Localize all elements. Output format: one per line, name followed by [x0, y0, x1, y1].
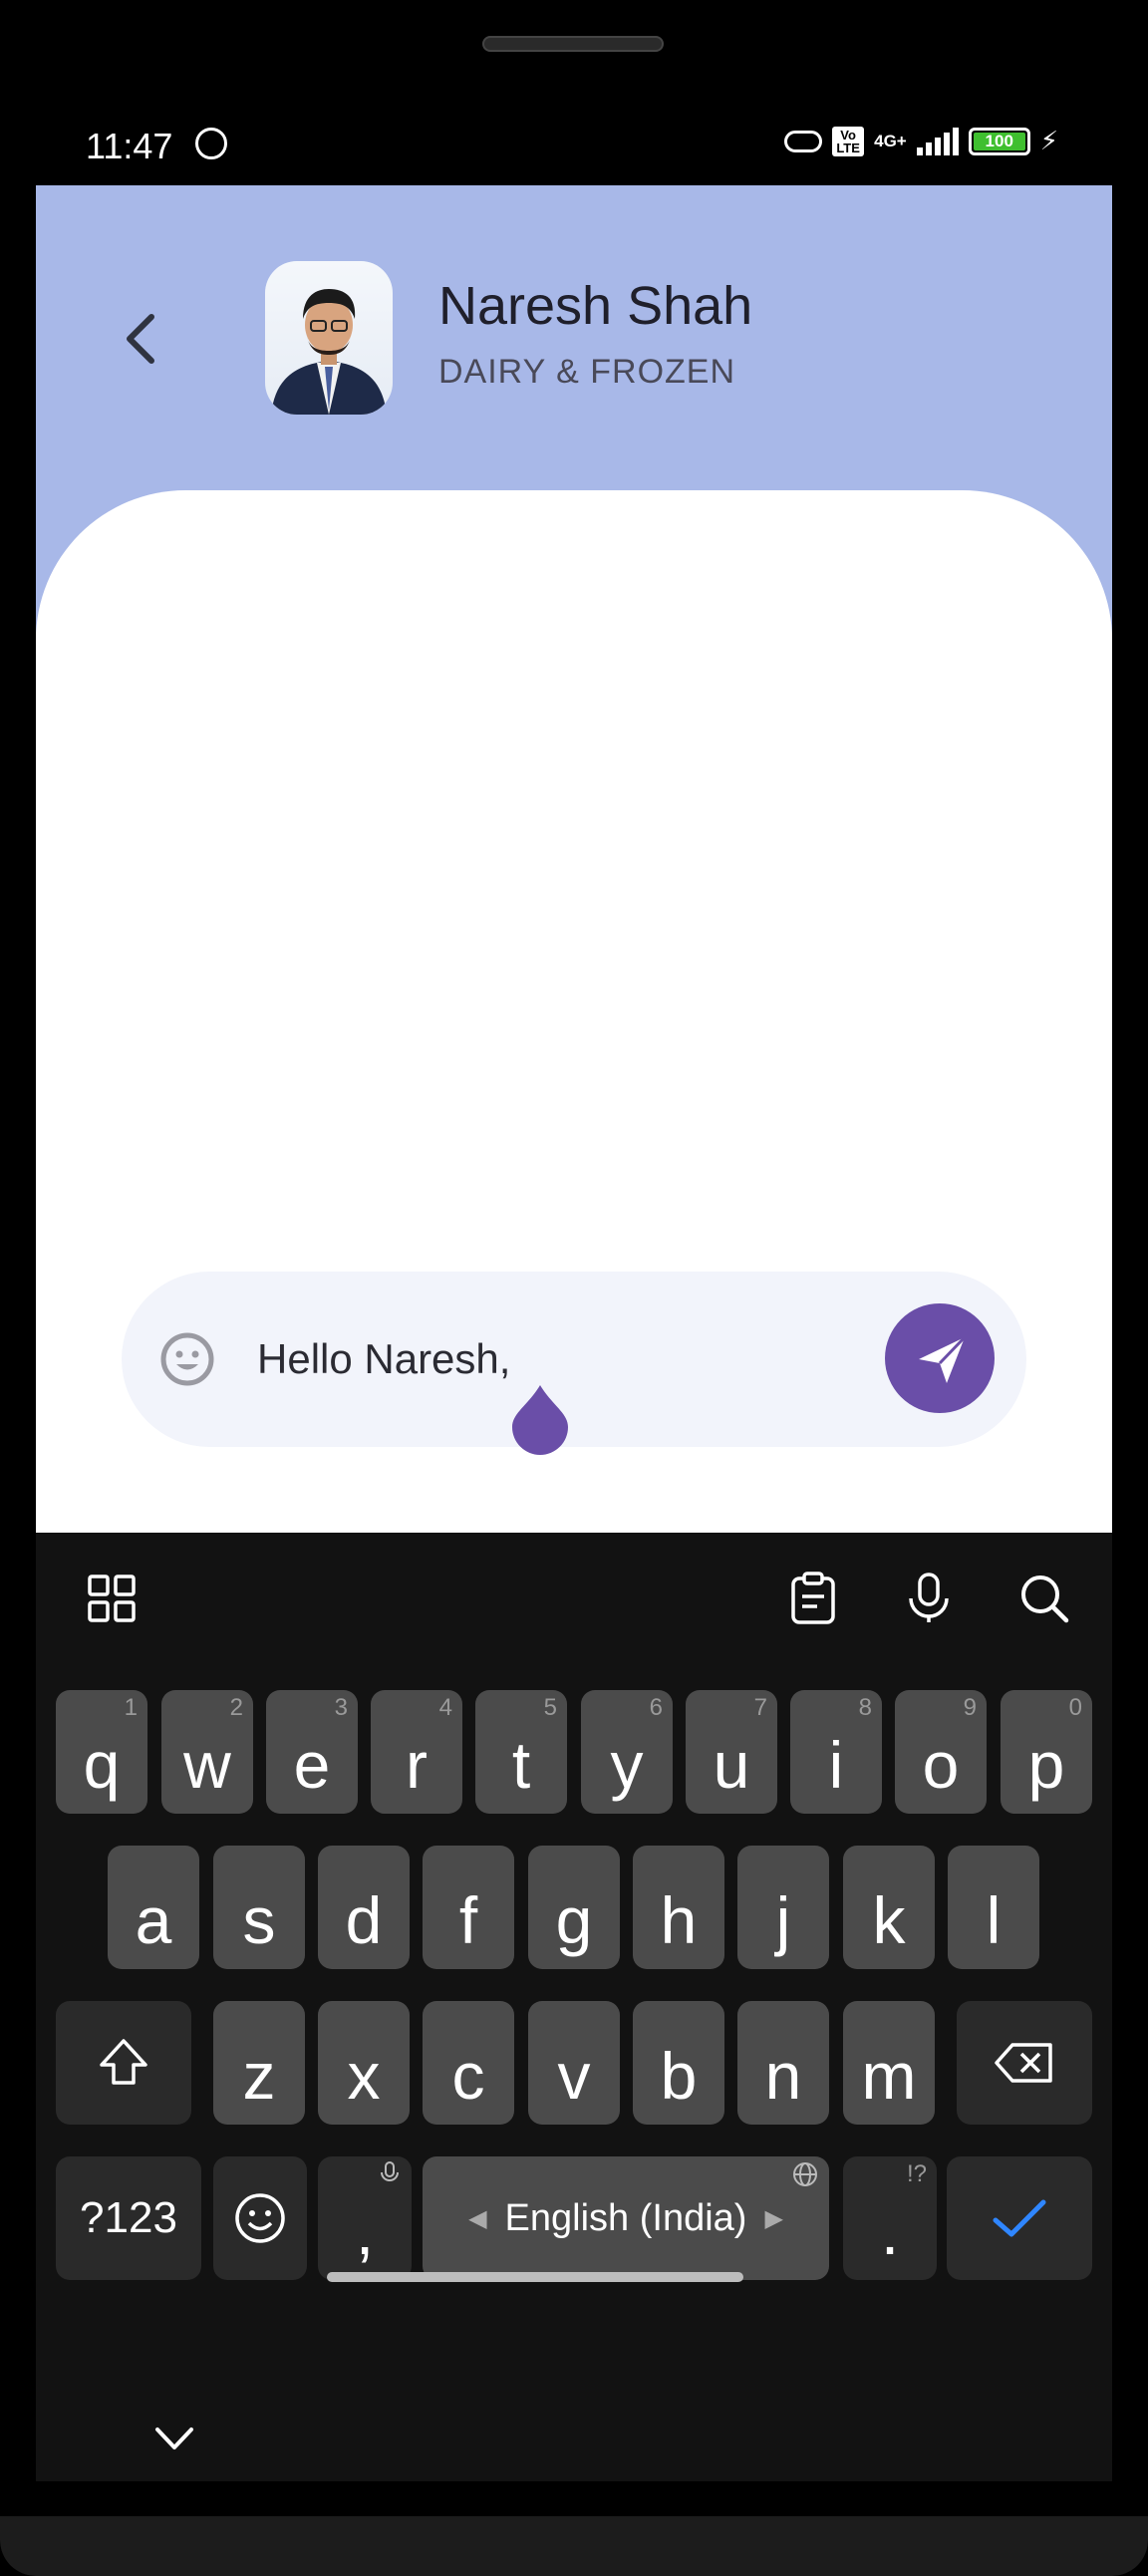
battery-icon: 100 [968, 127, 1030, 155]
shift-arrow-icon [100, 2039, 147, 2085]
comma-key[interactable]: , [318, 2156, 412, 2280]
search-icon[interactable] [1016, 1571, 1072, 1626]
key-b[interactable]: b [633, 2001, 724, 2125]
status-icons: Vo LTE 4G+ 100 ⚡ [784, 126, 1058, 156]
charging-bolt-icon: ⚡ [1039, 126, 1058, 155]
space-label: English (India) [504, 2196, 747, 2239]
key-c[interactable]: c [423, 2001, 514, 2125]
message-input[interactable] [257, 1327, 855, 1391]
key-o[interactable]: 9o [895, 1690, 987, 1814]
emoji-key[interactable] [213, 2156, 307, 2280]
soft-keyboard: 1q 2w 3e 4r 5t 6y 7u 8i 9o 0p a s d f g … [36, 1533, 1112, 2481]
key-a[interactable]: a [108, 1846, 199, 1969]
chat-screen: Naresh Shah DAIRY & FROZEN Hello Naresh,… [36, 185, 1112, 2481]
send-button[interactable] [885, 1303, 995, 1413]
key-f[interactable]: f [423, 1846, 514, 1969]
space-left-arrow-icon: ◀ [468, 2204, 487, 2232]
paper-plane-icon [919, 1335, 967, 1383]
key-w[interactable]: 2w [161, 1690, 253, 1814]
grid-icon[interactable] [84, 1571, 140, 1626]
key-u[interactable]: 7u [686, 1690, 777, 1814]
status-bar: 11:47 Vo LTE 4G+ 100 ⚡ [36, 112, 1112, 183]
checkmark-icon [993, 2199, 1046, 2237]
contact-name: Naresh Shah [438, 276, 753, 336]
cursor-drop-icon [512, 1385, 568, 1455]
microphone-icon [381, 2161, 399, 2181]
microphone-icon[interactable] [901, 1571, 957, 1626]
chevron-left-icon [127, 314, 154, 364]
key-k[interactable]: k [843, 1846, 935, 1969]
key-r[interactable]: 4r [371, 1690, 462, 1814]
volte-badge: Vo LTE [832, 126, 865, 156]
key-n[interactable]: n [737, 2001, 829, 2125]
notification-face-icon [195, 128, 227, 159]
shift-key[interactable] [56, 2001, 191, 2125]
contact-avatar[interactable] [265, 261, 393, 415]
smiley-icon [235, 2193, 285, 2243]
avatar-portrait [271, 289, 387, 415]
key-j[interactable]: j [737, 1846, 829, 1969]
back-button[interactable] [112, 303, 171, 375]
period-key[interactable]: !? . [843, 2156, 937, 2280]
status-time: 11:47 [86, 126, 173, 166]
key-i[interactable]: 8i [790, 1690, 882, 1814]
smiley-icon [160, 1332, 214, 1386]
signal-bars-icon [916, 127, 959, 155]
hotspot-link-icon [784, 130, 823, 152]
symbols-key[interactable]: ?123 [56, 2156, 201, 2280]
message-composer [122, 1272, 1026, 1447]
key-e[interactable]: 3e [266, 1690, 358, 1814]
key-x[interactable]: x [318, 2001, 410, 2125]
device-bottom-bezel [0, 2516, 1148, 2576]
key-v[interactable]: v [528, 2001, 620, 2125]
key-g[interactable]: g [528, 1846, 620, 1969]
key-p[interactable]: 0p [1001, 1690, 1092, 1814]
key-q[interactable]: 1q [56, 1690, 147, 1814]
battery-level: 100 [973, 132, 1025, 150]
key-m[interactable]: m [843, 2001, 935, 2125]
key-t[interactable]: 5t [475, 1690, 567, 1814]
text-cursor-handle[interactable] [510, 1383, 570, 1455]
emoji-button[interactable] [159, 1331, 215, 1387]
space-key[interactable]: ◀ English (India) ▶ [423, 2156, 829, 2280]
clipboard-icon[interactable] [785, 1571, 841, 1626]
earpiece-speaker [482, 36, 664, 52]
phone-device: 11:47 Vo LTE 4G+ 100 ⚡ Naresh Shah DAIRY… [0, 0, 1148, 2576]
key-z[interactable]: z [213, 2001, 305, 2125]
key-s[interactable]: s [213, 1846, 305, 1969]
keyboard-hide-chevron-icon[interactable] [149, 2420, 199, 2459]
contact-department: DAIRY & FROZEN [438, 353, 736, 391]
key-l[interactable]: l [948, 1846, 1039, 1969]
backspace-icon [995, 2043, 1052, 2083]
space-right-arrow-icon: ▶ [764, 2204, 783, 2232]
key-h[interactable]: h [633, 1846, 724, 1969]
key-y[interactable]: 6y [581, 1690, 673, 1814]
enter-key[interactable] [947, 2156, 1092, 2280]
gesture-home-bar[interactable] [327, 2272, 743, 2282]
key-d[interactable]: d [318, 1846, 410, 1969]
network-type: 4G+ [874, 132, 907, 150]
backspace-key[interactable] [957, 2001, 1092, 2125]
